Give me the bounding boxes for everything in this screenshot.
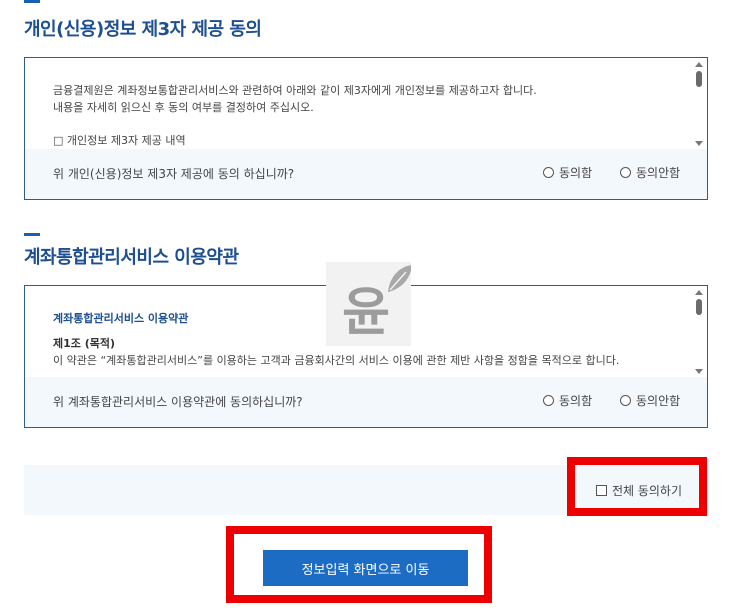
terms-line: 금융결제원은 계좌정보통합관리서비스와 관련하여 아래와 같이 제3자에게 개인… [53,84,537,97]
radio-label: 동의안함 [636,394,681,408]
scroll-up-arrow-icon[interactable] [695,290,703,295]
section2-title: 계좌통합관리서비스 이용약관 [24,247,239,268]
scroll-down-arrow-icon[interactable] [695,369,703,374]
scroll-up-arrow-icon[interactable] [695,62,703,67]
radio-circle-icon [543,167,554,178]
watermark-logo: 윤 [326,262,412,346]
section2-question: 위 계좌통합관리서비스 이용약관에 동의하십니까? [53,395,303,409]
section1-agree-radio[interactable]: 동의함 [543,164,592,181]
section2-disagree-radio[interactable]: 동의안함 [620,392,680,409]
terms-line: 내용을 자세히 읽으신 후 동의 여부를 결정하여 주십시오. [53,101,314,114]
section1-terms-text[interactable]: 금융결제원은 계좌정보통합관리서비스와 관련하여 아래와 같이 제3자에게 개인… [25,58,691,150]
submit-highlight [226,526,492,603]
section2-agree-radio[interactable]: 동의함 [543,392,592,409]
radio-circle-icon [543,395,554,406]
leaf-icon: 윤 [326,262,412,346]
radio-label: 동의안함 [636,166,681,180]
section2-question-bar: 위 계좌통합관리서비스 이용약관에 동의하십니까? 동의함 동의안함 [25,377,707,427]
radio-label: 동의함 [559,166,593,180]
section1-scrollbar[interactable] [691,58,707,150]
radio-circle-icon [620,167,631,178]
section2-accent-bar [24,233,40,236]
watermark-char: 윤 [342,283,390,343]
scrollbar-thumb[interactable] [696,71,702,87]
terms-line: □ 개인정보 제3자 제공 내역 [53,134,186,147]
section1-question: 위 개인(신용)정보 제3자 제공에 동의 하십니까? [53,167,295,181]
scroll-down-arrow-icon[interactable] [695,141,703,146]
section1-disagree-radio[interactable]: 동의안함 [620,164,680,181]
section2-scrollbar[interactable] [691,286,707,378]
radio-label: 동의함 [559,394,593,408]
section1-title: 개인(신용)정보 제3자 제공 동의 [24,19,262,40]
radio-circle-icon [620,395,631,406]
terms-line: 이 약관은 “계좌통합관리서비스”를 이용하는 고객과 금융회사간의 서비스 이… [53,354,620,367]
agree-all-highlight [567,457,707,516]
section1-consent-panel: 금융결제원은 계좌정보통합관리서비스와 관련하여 아래와 같이 제3자에게 개인… [24,57,708,200]
section1-accent-bar [24,0,40,3]
section1-question-bar: 위 개인(신용)정보 제3자 제공에 동의 하십니까? 동의함 동의안함 [25,149,707,199]
scrollbar-thumb[interactable] [696,299,702,315]
